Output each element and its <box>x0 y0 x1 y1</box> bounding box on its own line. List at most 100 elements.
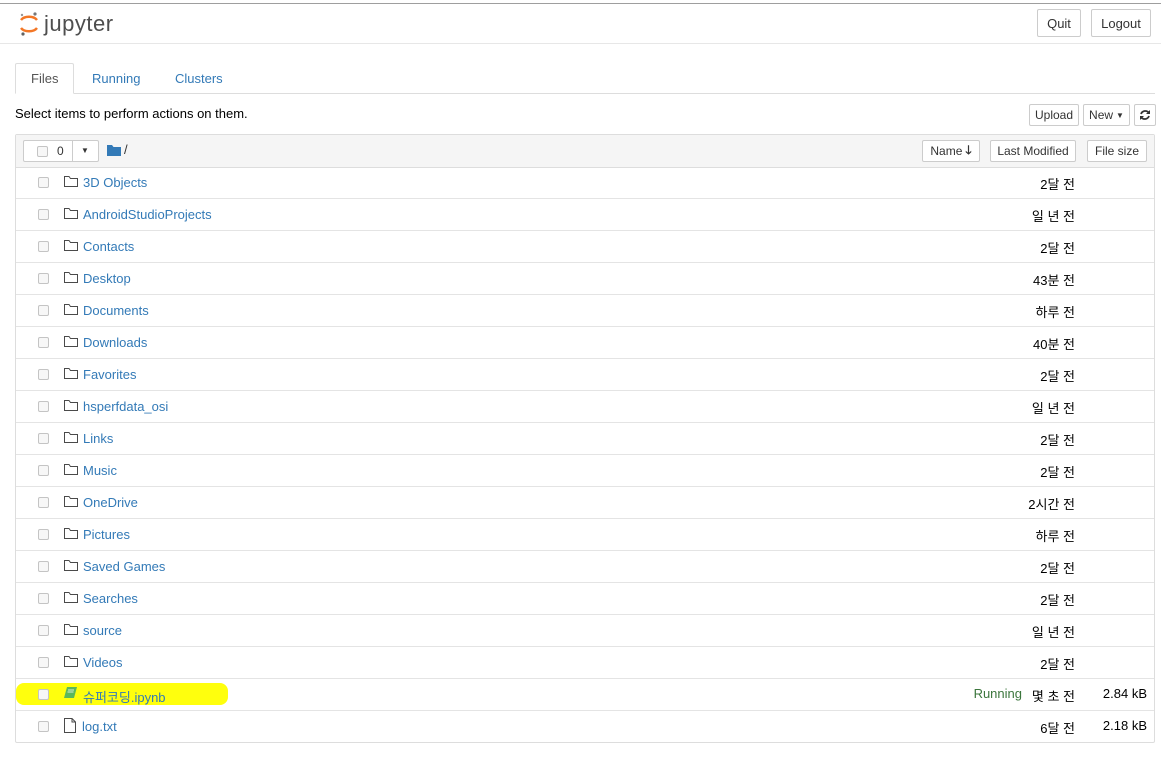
folder-filled-icon <box>107 145 121 156</box>
item-checkbox[interactable] <box>38 369 49 380</box>
item-modified: 43분 전 <box>1033 273 1075 288</box>
item-modified: 2달 전 <box>1040 177 1075 192</box>
list-item[interactable]: AndroidStudioProjects 일 년 전 <box>16 199 1154 231</box>
item-checkbox[interactable] <box>38 721 49 732</box>
item-modified: 일 년 전 <box>1031 209 1075 224</box>
list-item[interactable]: Music 2달 전 <box>16 455 1154 487</box>
item-checkbox[interactable] <box>38 657 49 668</box>
item-modified: 2달 전 <box>1040 593 1075 608</box>
item-checkbox[interactable] <box>38 433 49 444</box>
caret-down-icon: ▼ <box>1116 110 1124 120</box>
list-item[interactable]: Favorites 2달 전 <box>16 359 1154 391</box>
item-name-link[interactable]: OneDrive <box>83 495 138 510</box>
jupyter-logo[interactable]: jupyter <box>18 9 114 39</box>
tab-bar: Files Running Clusters <box>15 63 1155 94</box>
item-checkbox[interactable] <box>38 337 49 348</box>
item-modified: 일 년 전 <box>1031 401 1075 416</box>
sort-by-name-button[interactable]: Name 🡓 <box>922 140 980 162</box>
item-name-link[interactable]: Music <box>83 463 117 478</box>
item-modified: 몇 초 전 <box>1031 689 1075 704</box>
item-name-link[interactable]: Contacts <box>83 239 134 254</box>
list-item[interactable]: Videos 2달 전 <box>16 647 1154 679</box>
item-name-link[interactable]: Links <box>83 431 113 446</box>
item-name-link[interactable]: Documents <box>83 303 149 318</box>
item-name-link[interactable]: 슈퍼코딩.ipynb <box>83 687 166 706</box>
item-checkbox[interactable] <box>38 561 49 572</box>
logout-button[interactable]: Logout <box>1091 9 1151 37</box>
list-item[interactable]: Pictures 하루 전 <box>16 519 1154 551</box>
list-item[interactable]: log.txt 6달 전 2.18 kB <box>16 711 1154 743</box>
folder-icon <box>64 431 78 445</box>
tab-files[interactable]: Files <box>15 63 75 94</box>
folder-icon <box>64 527 78 541</box>
item-name-link[interactable]: AndroidStudioProjects <box>83 207 212 222</box>
item-name-link[interactable]: Desktop <box>83 271 131 286</box>
list-item[interactable]: OneDrive 2시간 전 <box>16 487 1154 519</box>
item-checkbox[interactable] <box>38 593 49 604</box>
list-item[interactable]: Searches 2달 전 <box>16 583 1154 615</box>
tab-clusters[interactable]: Clusters <box>160 63 238 93</box>
item-checkbox[interactable] <box>38 209 49 220</box>
list-item[interactable]: source 일 년 전 <box>16 615 1154 647</box>
item-name-link[interactable]: log.txt <box>82 719 117 734</box>
list-item[interactable]: Contacts 2달 전 <box>16 231 1154 263</box>
item-checkbox[interactable] <box>38 241 49 252</box>
notebook-icon <box>64 687 78 701</box>
quit-button[interactable]: Quit <box>1037 9 1081 37</box>
folder-icon <box>64 335 78 349</box>
refresh-button[interactable] <box>1134 104 1156 126</box>
item-name-link[interactable]: Downloads <box>83 335 147 350</box>
file-list-header: 0 ▼ / Name 🡓 Last Modified File size <box>16 135 1154 168</box>
list-item[interactable]: Saved Games 2달 전 <box>16 551 1154 583</box>
file-icon <box>64 718 78 733</box>
breadcrumb-root[interactable]: / <box>124 142 128 157</box>
item-modified: 하루 전 <box>1035 529 1076 544</box>
list-item[interactable]: Documents 하루 전 <box>16 295 1154 327</box>
header-bar: jupyter Quit Logout <box>0 4 1161 44</box>
new-label: New <box>1089 108 1114 122</box>
item-checkbox[interactable] <box>38 625 49 636</box>
list-item[interactable]: Links 2달 전 <box>16 423 1154 455</box>
item-size: 2.84 kB <box>1102 686 1147 701</box>
select-all-checkbox[interactable] <box>37 146 48 157</box>
sort-by-modified-button[interactable]: Last Modified <box>990 140 1076 162</box>
item-name-link[interactable]: Favorites <box>83 367 136 382</box>
item-checkbox[interactable] <box>38 689 49 700</box>
upload-button[interactable]: Upload <box>1029 104 1079 126</box>
tab-running[interactable]: Running <box>77 63 155 93</box>
item-checkbox[interactable] <box>38 465 49 476</box>
selection-hint: Select items to perform actions on them. <box>15 106 248 121</box>
list-item[interactable]: hsperfdata_osi 일 년 전 <box>16 391 1154 423</box>
sort-by-size-button[interactable]: File size <box>1087 140 1147 162</box>
item-name-link[interactable]: Pictures <box>83 527 130 542</box>
sort-name-label: Name <box>930 144 963 158</box>
item-name-link[interactable]: source <box>83 623 122 638</box>
item-name-link[interactable]: Saved Games <box>83 559 165 574</box>
new-dropdown-button[interactable]: New ▼ <box>1083 104 1130 126</box>
select-all-dropdown[interactable]: 0 ▼ <box>23 140 99 162</box>
item-checkbox[interactable] <box>38 177 49 188</box>
list-item[interactable]: 슈퍼코딩.ipynb Running 몇 초 전 2.84 kB <box>16 679 1154 711</box>
item-name-link[interactable]: hsperfdata_osi <box>83 399 168 414</box>
item-checkbox[interactable] <box>38 401 49 412</box>
item-checkbox[interactable] <box>38 273 49 284</box>
item-checkbox[interactable] <box>38 497 49 508</box>
folder-icon <box>64 655 78 669</box>
item-checkbox[interactable] <box>38 529 49 540</box>
list-item[interactable]: Downloads 40분 전 <box>16 327 1154 359</box>
item-modified: 일 년 전 <box>1031 625 1075 640</box>
caret-down-icon: ▼ <box>81 146 89 155</box>
item-name-link[interactable]: Searches <box>83 591 138 606</box>
item-name-link[interactable]: Videos <box>83 655 123 670</box>
running-status: Running <box>973 686 1022 701</box>
list-item[interactable]: Desktop 43분 전 <box>16 263 1154 295</box>
jupyter-logo-icon <box>20 12 38 36</box>
folder-icon <box>64 623 78 637</box>
list-item[interactable]: 3D Objects 2달 전 <box>16 167 1154 199</box>
folder-icon <box>64 239 78 253</box>
folder-icon <box>64 495 78 509</box>
item-checkbox[interactable] <box>38 305 49 316</box>
item-name-link[interactable]: 3D Objects <box>83 175 147 190</box>
folder-icon <box>64 591 78 605</box>
folder-icon <box>64 207 78 221</box>
